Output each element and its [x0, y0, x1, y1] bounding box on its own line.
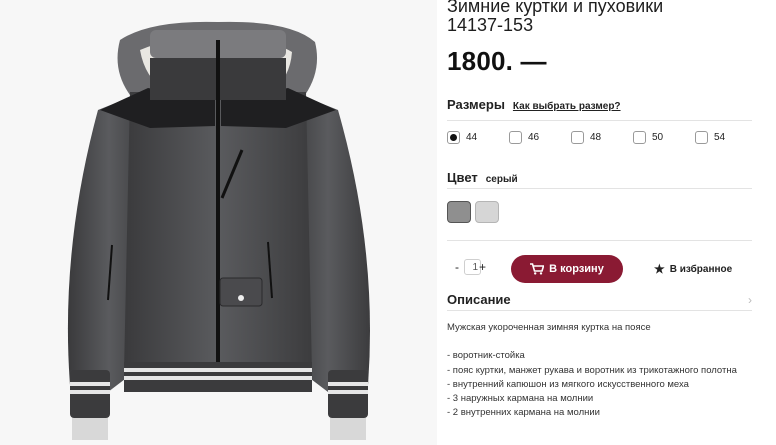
divider	[447, 188, 752, 189]
size-label: 54	[714, 132, 726, 143]
jacket-image	[0, 0, 437, 445]
divider	[447, 120, 752, 121]
sizes-header: Размеры Как выбрать размер?	[447, 97, 621, 112]
quantity-minus-button[interactable]: -	[455, 260, 459, 274]
product-price: 1800. —	[447, 46, 547, 76]
size-option-50[interactable]: 50	[633, 131, 663, 144]
add-to-favorites-button[interactable]: ★ В избранное	[654, 262, 732, 276]
size-radio-selected[interactable]	[447, 131, 460, 144]
size-radio[interactable]	[633, 131, 646, 144]
size-option-44[interactable]: 44	[447, 131, 477, 144]
quantity-plus-button[interactable]: +	[479, 260, 486, 274]
size-options: 44 46 48 50 54	[447, 131, 757, 147]
size-radio[interactable]	[509, 131, 522, 144]
description-toggle[interactable]: Описание ›	[447, 292, 752, 307]
description-item: - 2 внутренних кармана на молнии	[447, 407, 600, 419]
product-title-line1: Зимние куртки и пуховики	[447, 0, 664, 16]
size-label: 46	[528, 132, 540, 143]
description-item: - 3 наружных кармана на молнии	[447, 393, 594, 405]
size-label: 48	[590, 132, 602, 143]
color-value: серый	[485, 174, 518, 185]
size-option-48[interactable]: 48	[571, 131, 601, 144]
star-icon: ★	[654, 262, 665, 276]
description-label: Описание	[447, 292, 511, 307]
color-swatches	[447, 201, 499, 223]
description-item: - воротник-стойка	[447, 350, 525, 362]
size-option-54[interactable]: 54	[695, 131, 725, 144]
description-text: Мужская укороченная зимняя куртка на поя…	[447, 321, 752, 421]
size-option-46[interactable]: 46	[509, 131, 539, 144]
size-radio[interactable]	[695, 131, 708, 144]
description-intro: Мужская укороченная зимняя куртка на поя…	[447, 322, 651, 333]
product-sku: 14137-153	[447, 15, 534, 35]
favorites-label: В избранное	[669, 263, 733, 275]
sizes-label: Размеры	[447, 97, 505, 112]
color-swatch-gray[interactable]	[447, 201, 471, 223]
size-radio[interactable]	[571, 131, 584, 144]
color-swatch-light-gray[interactable]	[475, 201, 499, 223]
description-item: - внутренний капюшон из мягкого искусств…	[447, 378, 689, 390]
product-title: Зимние куртки и пуховики 14137-153	[447, 0, 767, 35]
description-item: - пояс куртки, манжет рукава и воротник …	[447, 364, 737, 376]
divider	[447, 310, 752, 311]
product-info: Зимние куртки и пуховики 14137-153 1800.…	[447, 0, 757, 445]
chevron-right-icon: ›	[748, 292, 752, 307]
add-to-cart-label: В корзину	[549, 263, 604, 275]
size-guide-link[interactable]: Как выбрать размер?	[513, 101, 621, 112]
product-photo[interactable]	[0, 0, 437, 445]
cart-icon	[530, 263, 545, 275]
color-header: Цвет серый	[447, 170, 518, 185]
divider	[447, 240, 752, 241]
add-to-cart-button[interactable]: В корзину	[511, 255, 623, 283]
color-label: Цвет	[447, 170, 478, 185]
quantity-stepper: - 1 +	[455, 259, 486, 275]
size-label: 44	[466, 132, 478, 143]
size-label: 50	[652, 132, 664, 143]
